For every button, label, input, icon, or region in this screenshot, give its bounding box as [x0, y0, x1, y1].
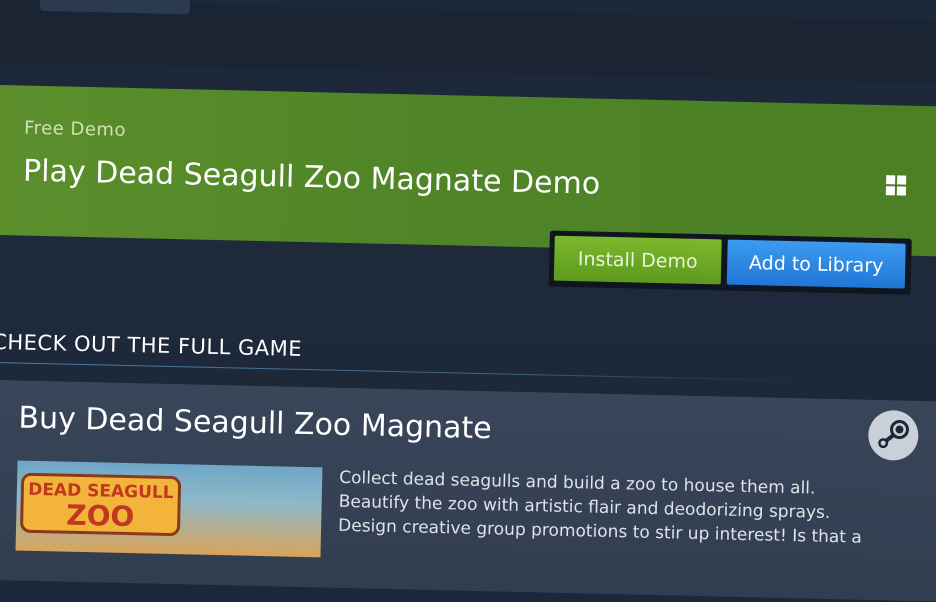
store-page: Free Demo Play Dead Seagull Zoo Magnate …	[0, 0, 936, 602]
add-to-library-button[interactable]: Add to Library	[726, 239, 906, 289]
demo-panel: Free Demo Play Dead Seagull Zoo Magnate …	[0, 84, 936, 257]
purchase-title: Buy Dead Seagull Zoo Magnate	[18, 400, 493, 447]
purchase-panel: Buy Dead Seagull Zoo Magnate DEAD SEAGUL…	[0, 379, 936, 602]
demo-eyebrow: Free Demo	[23, 117, 127, 141]
section-divider	[0, 361, 812, 382]
section-title: CHECK OUT THE FULL GAME	[0, 329, 303, 361]
windows-icon	[885, 175, 907, 196]
game-capsule-image[interactable]: DEAD SEAGULL ZOO	[15, 460, 323, 558]
demo-button-group: Install Demo Add to Library	[548, 230, 912, 295]
logo-line-2: ZOO	[65, 498, 135, 534]
steam-icon	[867, 409, 919, 461]
game-description: Collect dead seagulls and build a zoo to…	[338, 466, 899, 551]
install-demo-button[interactable]: Install Demo	[553, 235, 722, 285]
demo-title: Play Dead Seagull Zoo Magnate Demo	[22, 153, 601, 202]
game-logo: DEAD SEAGULL ZOO	[19, 472, 182, 537]
